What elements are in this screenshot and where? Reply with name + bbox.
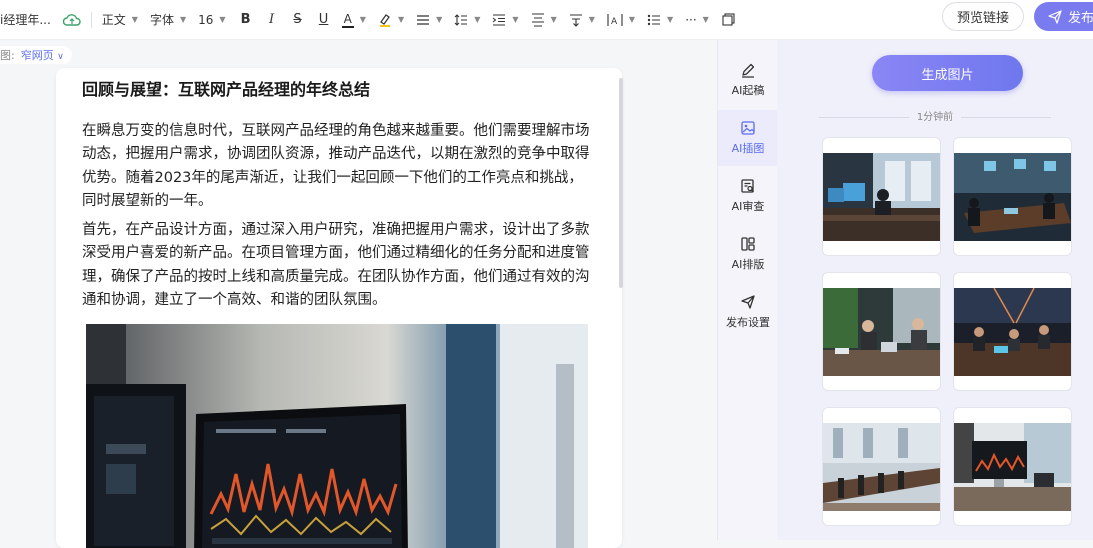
editor-toolbar: ⅰ经理年... 正文 ▼ 字体 ▼ 16 ▼ B I S U A ▼ ▼ ▼ ▼ ▼ ▼… — [0, 0, 1093, 40]
chevron-down-icon: ▼ — [219, 15, 226, 24]
line-height-button[interactable]: ▼ — [454, 13, 480, 27]
ai-illustration-panel: 生成图片 1分钟前 — [777, 40, 1093, 540]
chevron-down-icon: ▼ — [512, 15, 519, 24]
align-button[interactable]: ▼ — [416, 14, 442, 26]
chevron-down-icon: ▼ — [179, 15, 187, 24]
line-height-icon — [454, 13, 468, 26]
generated-image-thumbnail[interactable] — [953, 137, 1072, 256]
generated-image-thumbnail[interactable] — [822, 272, 941, 391]
chevron-down-icon: ▼ — [397, 15, 405, 24]
spacing-icon — [531, 12, 544, 27]
chevron-down-icon: ▼ — [436, 15, 443, 24]
generated-image-thumbnail[interactable] — [953, 407, 1072, 526]
letter-spacing-icon: A — [607, 13, 623, 27]
ai-illustration-tab[interactable]: AI插图 — [718, 110, 778, 166]
letter-spacing-button[interactable]: A ▼ — [607, 13, 635, 27]
strikethrough-button[interactable]: S — [290, 10, 306, 30]
ai-tools-rail: AI起稿 AI插图 AI审查 AI排版 发布设置 — [717, 40, 778, 540]
view-mode-prefix: 图: — [0, 49, 15, 62]
view-mode-bar: 图: 窄网页 ∨ — [0, 46, 72, 64]
chevron-down-icon: ▼ — [702, 15, 709, 24]
chevron-down-icon: ▼ — [588, 15, 595, 24]
generate-image-button[interactable]: 生成图片 — [872, 55, 1023, 91]
more-button[interactable]: ··· ▼ — [685, 13, 709, 27]
ai-layout-tab[interactable]: AI排版 — [718, 226, 778, 282]
list-button[interactable]: ▼ — [647, 14, 673, 26]
generated-image-thumbnail[interactable] — [822, 137, 941, 256]
doc-title-tab[interactable]: ⅰ经理年... — [0, 11, 51, 28]
pen-icon — [742, 63, 755, 78]
paragraph[interactable]: 在瞬息万变的信息时代，互联网产品经理的角色越来越重要。他们需要理解市场动态，把握… — [82, 120, 596, 213]
text-direction-button[interactable]: ▼ — [569, 13, 595, 27]
layout-icon — [741, 237, 755, 251]
chevron-down-icon: ▼ — [474, 15, 481, 24]
chevron-down-icon: ∨ — [57, 52, 64, 62]
italic-button[interactable]: I — [264, 10, 280, 30]
chevron-down-icon: ▼ — [359, 15, 366, 24]
editor-scrollbar[interactable] — [619, 78, 623, 288]
publish-settings-tab[interactable]: 发布设置 — [718, 284, 778, 340]
send-icon — [1048, 9, 1062, 24]
preview-link-button[interactable]: 预览链接 — [942, 2, 1024, 31]
ai-review-tab[interactable]: AI审查 — [718, 168, 778, 224]
generated-image-thumbnail[interactable] — [953, 272, 1072, 391]
copy-format-button[interactable] — [721, 10, 737, 30]
paragraph-style-select[interactable]: 正文 ▼ — [102, 11, 138, 28]
bullet-list-icon — [647, 14, 661, 25]
publish-button[interactable]: 发布 — [1034, 2, 1093, 31]
document-editor[interactable]: 回顾与展望：互联网产品经理的年终总结 在瞬息万变的信息时代，互联网产品经理的角色… — [56, 68, 622, 548]
generation-time-label: 1分钟前 — [777, 108, 1093, 123]
chevron-down-icon: ▼ — [131, 15, 138, 24]
paragraph[interactable]: 首先，在产品设计方面，通过深入用户研究，准确把握用户需求，设计出了多款深受用户喜… — [82, 219, 596, 312]
copy-icon — [722, 13, 735, 26]
font-color-button[interactable]: A ▼ — [341, 12, 366, 28]
direction-icon — [569, 13, 582, 27]
generated-image-thumbnail[interactable] — [822, 407, 941, 526]
highlighter-icon — [379, 13, 390, 27]
chevron-down-icon: ▼ — [550, 15, 557, 24]
cloud-sync-icon[interactable] — [62, 11, 81, 29]
svg-text:A: A — [611, 17, 618, 27]
indent-icon — [493, 13, 506, 26]
font-size-select[interactable]: 16 ▼ — [198, 13, 225, 27]
view-mode-select[interactable]: 窄网页 ∨ — [21, 47, 64, 63]
paragraph-spacing-button[interactable]: ▼ — [531, 12, 557, 27]
font-family-select[interactable]: 字体 ▼ — [150, 11, 186, 28]
review-icon — [741, 179, 754, 193]
bold-button[interactable]: B — [238, 10, 254, 30]
inserted-image[interactable] — [86, 324, 588, 548]
send-icon — [741, 295, 755, 309]
align-icon — [417, 14, 430, 25]
toolbar-divider — [90, 11, 92, 28]
highlight-button[interactable]: ▼ — [378, 12, 404, 28]
indent-button[interactable]: ▼ — [492, 13, 519, 26]
chevron-down-icon: ▼ — [628, 15, 636, 24]
image-icon — [741, 121, 755, 135]
ai-draft-tab[interactable]: AI起稿 — [718, 52, 778, 108]
chevron-down-icon: ▼ — [667, 15, 674, 24]
underline-button[interactable]: U — [316, 10, 332, 30]
document-title[interactable]: 回顾与展望：互联网产品经理的年终总结 — [82, 76, 370, 100]
